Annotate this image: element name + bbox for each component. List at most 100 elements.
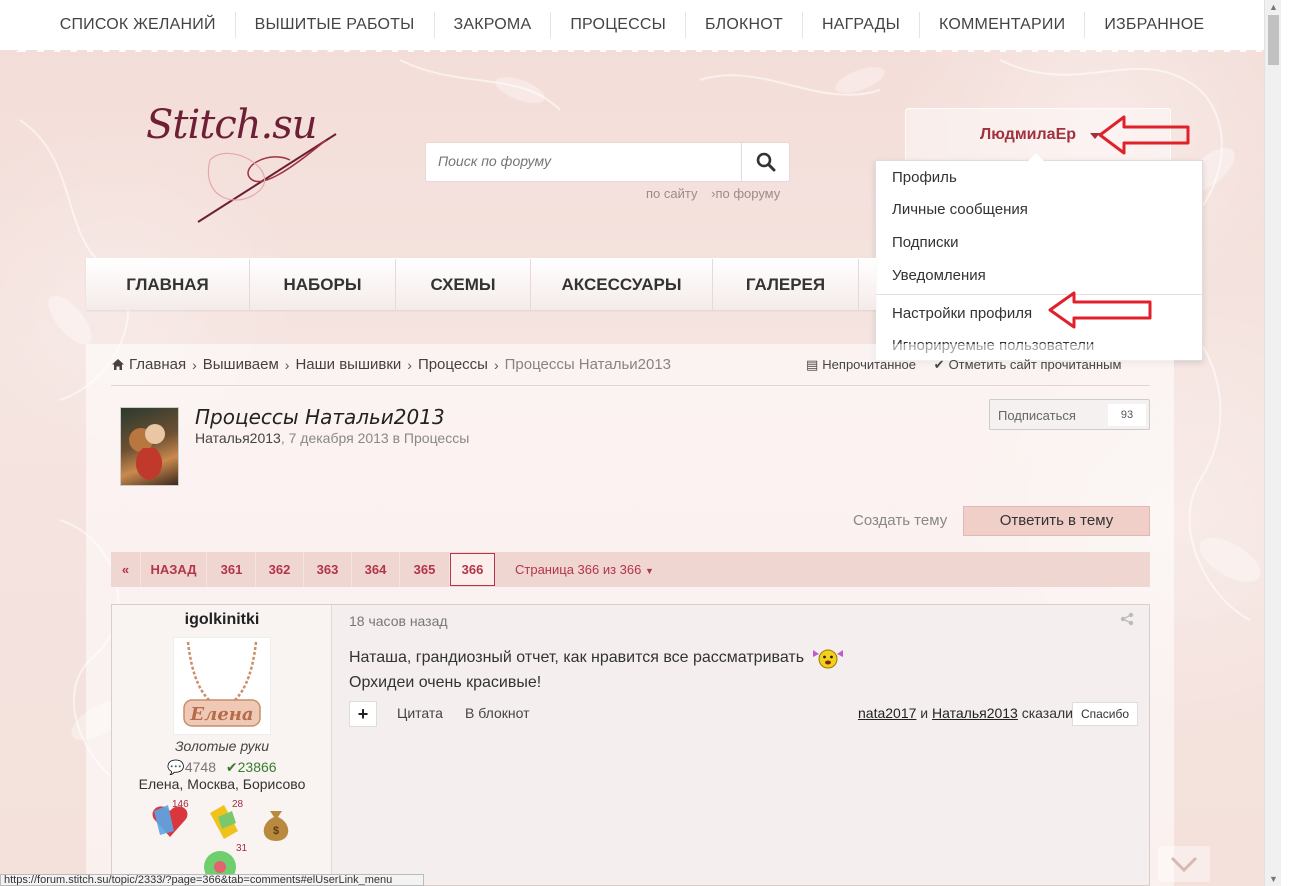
- post-author-name[interactable]: igolkinitki: [112, 611, 332, 629]
- top-nav-comments[interactable]: КОММЕНТАРИИ: [920, 12, 1086, 38]
- post-author-avatar[interactable]: Елена: [173, 637, 271, 735]
- thanks-said: сказали: [1017, 705, 1073, 721]
- topic-meta: Наталья2013, 7 декабря 2013 в Процессы: [195, 430, 469, 446]
- top-nav-embroidered-works[interactable]: ВЫШИТЫЕ РАБОТЫ: [236, 12, 435, 38]
- add-to-notebook-button[interactable]: В блокнот: [465, 705, 529, 721]
- scroll-down-arrow-icon[interactable]: ▼: [1269, 874, 1278, 884]
- page-362[interactable]: 362: [256, 552, 304, 587]
- unread-link[interactable]: Непрочитанное: [822, 357, 916, 372]
- scope-forum[interactable]: ›по форуму: [711, 186, 780, 201]
- breadcrumb-current: Процессы Натальи2013: [504, 356, 672, 373]
- top-nav-stash[interactable]: ЗАКРОМА: [435, 12, 552, 38]
- author-post-count: 4748: [184, 759, 217, 775]
- svg-text:$: $: [273, 825, 279, 837]
- post-author-panel: igolkinitki Елена Золотые руки 💬4748 ✔23…: [112, 605, 332, 886]
- topic-title: Процессы Натальи2013: [195, 405, 445, 429]
- top-nav-processes[interactable]: ПРОЦЕССЫ: [551, 12, 686, 38]
- author-stats: 💬4748 ✔23866: [112, 759, 332, 776]
- menu-item-profile[interactable]: Профиль: [892, 169, 957, 186]
- breadcrumb-processes[interactable]: Процессы: [418, 356, 488, 373]
- necklace-image: Елена: [183, 641, 261, 727]
- scrollbar-thumb[interactable]: [1268, 15, 1279, 65]
- topic-date: , 7 декабря 2013 в Процессы: [280, 430, 470, 446]
- subscribe-count: 93: [1108, 404, 1146, 426]
- breadcrumb-embroidering[interactable]: Вышиваем: [203, 356, 279, 373]
- main-nav-accessories[interactable]: АКСЕССУАРЫ: [531, 259, 713, 311]
- menu-item-messages[interactable]: Личные сообщения: [892, 201, 1028, 218]
- post-time[interactable]: 18 часов назад: [349, 613, 448, 629]
- search-input[interactable]: [438, 153, 738, 169]
- page-365[interactable]: 365: [400, 552, 450, 587]
- create-topic-link[interactable]: Создать тему: [853, 512, 947, 529]
- menu-item-profile-settings[interactable]: Настройки профиля: [892, 305, 1032, 322]
- search-button[interactable]: [741, 143, 789, 181]
- avatar-image: [129, 424, 165, 480]
- badge-count: 31: [236, 843, 248, 854]
- main-nav-kits[interactable]: НАБОРЫ: [250, 259, 396, 311]
- scope-site[interactable]: по сайту: [646, 186, 697, 201]
- menu-item-subscriptions[interactable]: Подписки: [892, 234, 959, 251]
- chevron-down-icon: [1170, 856, 1198, 873]
- thanks-and: и: [916, 705, 933, 721]
- page-info: Страница 366 из 366: [515, 562, 642, 577]
- page-jump-dropdown[interactable]: Страница 366 из 366 ▼: [515, 562, 654, 577]
- top-nav-wishlist[interactable]: СПИСОК ЖЕЛАНИЙ: [41, 12, 236, 38]
- menu-item-notifications[interactable]: Уведомления: [892, 267, 986, 284]
- subscribe-label: Подписаться: [998, 408, 1076, 423]
- newspaper-icon: ▤: [806, 357, 819, 372]
- home-icon: [112, 359, 124, 370]
- comment-icon: 💬: [167, 759, 185, 775]
- necklace-text: Елена: [189, 704, 253, 725]
- thanks-list: nata2017 и Наталья2013 сказали: [858, 705, 1073, 721]
- search-scope: по сайту ›по форуму: [646, 186, 790, 201]
- top-nav-awards[interactable]: НАГРАДЫ: [803, 12, 921, 38]
- caret-down-icon: ▼: [644, 566, 654, 576]
- smiley-icon: [812, 649, 843, 669]
- main-nav-gallery[interactable]: ГАЛЕРЕЯ: [713, 259, 859, 311]
- topic-author-avatar[interactable]: [120, 407, 179, 486]
- search-icon: [756, 152, 775, 172]
- thanks-user-link[interactable]: Наталья2013: [932, 705, 1018, 721]
- thanks-user-link[interactable]: nata2017: [858, 705, 916, 721]
- main-nav-patterns[interactable]: СХЕМЫ: [396, 259, 531, 311]
- first-page-icon[interactable]: «: [111, 552, 141, 587]
- breadcrumb-our-works[interactable]: Наши вышивки: [295, 356, 401, 373]
- page-366-current[interactable]: 366: [450, 553, 495, 586]
- breadcrumb-home[interactable]: Главная: [129, 356, 186, 373]
- prev-page-button[interactable]: НАЗАД: [141, 552, 207, 587]
- needle-icon: [197, 133, 337, 223]
- top-nav-notebook[interactable]: БЛОКНОТ: [686, 12, 803, 38]
- user-dropdown-menu: Профиль Личные сообщения Подписки Уведом…: [875, 153, 1203, 361]
- page-364[interactable]: 364: [352, 552, 400, 587]
- user-menu-toggle[interactable]: ЛюдмилаЕр: [980, 126, 1076, 144]
- topic-author-link[interactable]: Наталья2013: [195, 430, 281, 446]
- scroll-up-arrow-icon[interactable]: ▲: [1269, 2, 1278, 12]
- page-scrollbar[interactable]: ▲ ▼: [1264, 0, 1281, 886]
- scroll-down-button[interactable]: [1158, 846, 1210, 882]
- main-nav: ГЛАВНАЯ НАБОРЫ СХЕМЫ АКСЕССУАРЫ ГАЛЕРЕЯ: [86, 258, 876, 311]
- annotation-arrow-icon: [1048, 291, 1152, 329]
- page-361[interactable]: 361: [208, 552, 256, 587]
- page-363[interactable]: 363: [304, 552, 352, 587]
- multiquote-plus-button[interactable]: +: [349, 701, 377, 727]
- top-nav-favorites[interactable]: ИЗБРАННОЕ: [1085, 12, 1223, 38]
- reply-button[interactable]: Ответить в тему: [963, 506, 1150, 536]
- badge-money-bag-icon[interactable]: $: [258, 803, 294, 848]
- check-icon: ✔: [225, 759, 238, 775]
- post-body: Наташа, грандиозный отчет, как нравится …: [349, 645, 847, 695]
- chevron-right-icon: ›: [284, 356, 290, 373]
- site-logo[interactable]: Stitch.su: [140, 100, 350, 230]
- badge-book-icon[interactable]: 28: [204, 799, 244, 846]
- badge-count: 28: [232, 799, 244, 810]
- lace-border: [0, 38, 1264, 52]
- mark-read-link[interactable]: Отметить сайт прочитанным: [949, 357, 1122, 372]
- subscribe-button[interactable]: Подписаться 93: [989, 399, 1150, 430]
- share-icon[interactable]: [1120, 612, 1134, 631]
- quote-button[interactable]: Цитата: [397, 705, 443, 721]
- badge-heart-icon[interactable]: 146: [150, 799, 190, 846]
- main-nav-home[interactable]: ГЛАВНАЯ: [86, 259, 250, 311]
- window-edge: [1281, 0, 1293, 886]
- thanks-button[interactable]: Спасибо: [1072, 702, 1138, 726]
- post: igolkinitki Елена Золотые руки 💬4748 ✔23…: [111, 604, 1150, 886]
- annotation-arrow-icon: [1098, 115, 1190, 155]
